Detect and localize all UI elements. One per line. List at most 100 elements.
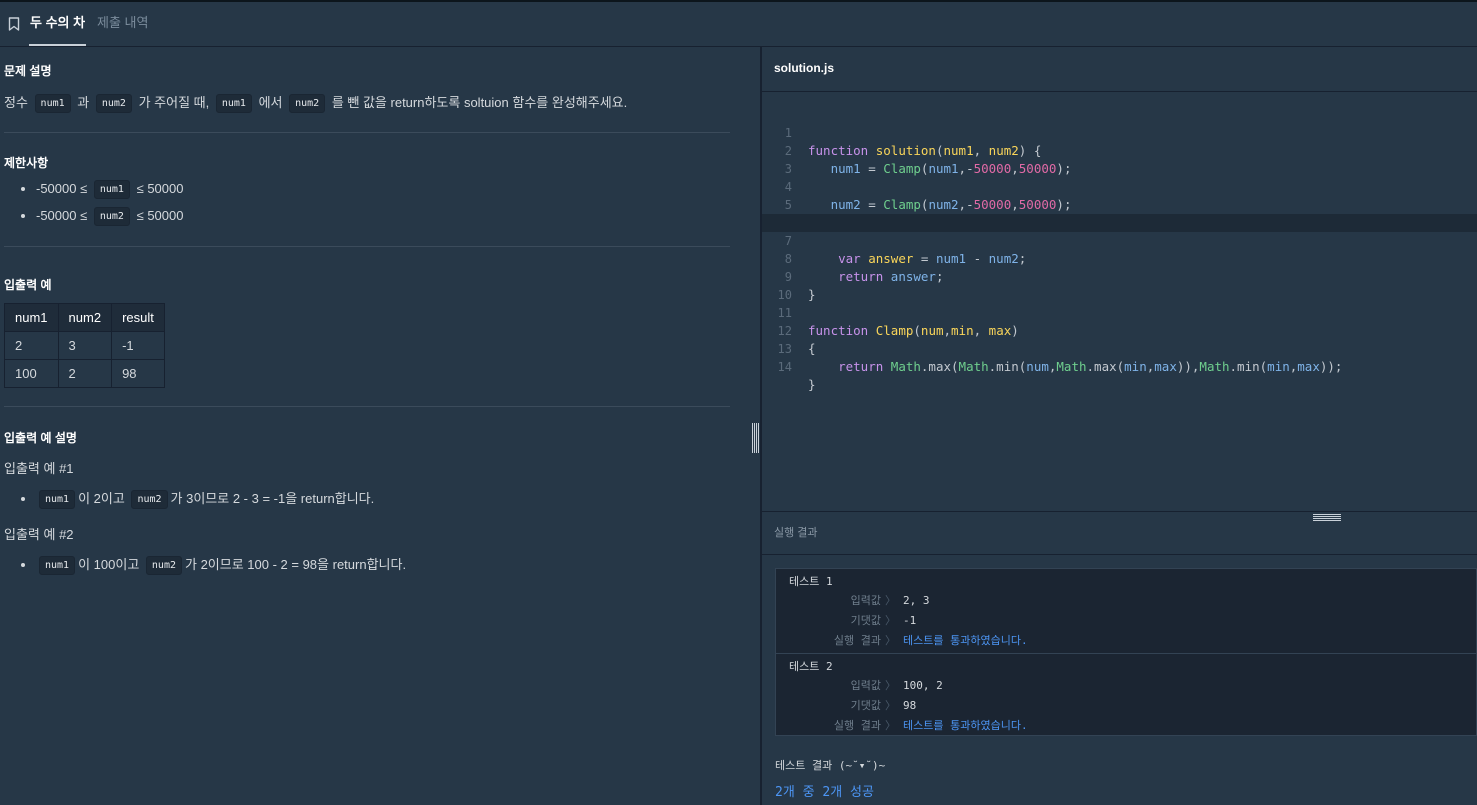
line-number: 14 — [777, 360, 792, 374]
io-example-table: num1 num2 result 2 3 -1 100 2 98 — [4, 303, 165, 388]
test-results-box: 테스트 1 입력값 〉 2, 3 기댓값 〉 -1 실행 결과 〉 테스트를 통… — [775, 568, 1477, 736]
tab-problem[interactable]: 두 수의 차 — [29, 2, 87, 46]
test-name: 테스트 1 — [789, 575, 833, 588]
constraint-text: ≤ 50000 — [136, 208, 184, 223]
example-explanation-list: num1이 100이고 num2가 2이므로 100 - 2 = 98을 ret… — [18, 551, 406, 578]
editor-panel: solution.js 1 function solution(num1, nu… — [762, 47, 1477, 805]
code-line[interactable]: 10 — [762, 268, 1477, 302]
test-result-row: 실행 결과 〉 테스트를 통과하였습니다. — [776, 716, 1476, 736]
input-value: 2, 3 — [903, 594, 930, 607]
code-line[interactable]: 8 return answer; — [762, 232, 1477, 284]
code-line[interactable]: 9 } — [762, 250, 1477, 302]
code-line[interactable]: 13 return Math.max(Math.min(num,Math.max… — [762, 322, 1477, 374]
list-item: -50000 ≤ num1 ≤ 50000 — [36, 175, 183, 202]
constraint-text: ≤ 50000 — [136, 181, 184, 196]
table-row: 2 3 -1 — [4, 331, 165, 360]
table-cell: 98 — [111, 359, 165, 388]
expected-value: 98 — [903, 699, 917, 712]
table-header: result — [111, 303, 165, 332]
section-divider — [4, 132, 730, 133]
table-row: 100 2 98 — [4, 359, 165, 388]
result-title: 실행 결과 — [774, 527, 818, 539]
list-item: num1이 2이고 num2가 3이므로 2 - 3 = -1을 return합… — [36, 485, 374, 512]
code-line[interactable]: 1 function solution(num1, num2) { — [762, 106, 1477, 158]
example-text: 이 2이고 — [78, 491, 125, 506]
inline-code: num1 — [215, 94, 252, 114]
constraints-list: -50000 ≤ num1 ≤ 50000 -50000 ≤ num2 ≤ 50… — [18, 175, 183, 229]
test-input-row: 입력값 〉 2, 3 — [776, 591, 1476, 611]
result-value: 테스트를 통과하였습니다. — [903, 719, 1028, 732]
table-cell: 2 — [4, 331, 59, 360]
result-label: 실행 결과 — [833, 719, 881, 732]
table-header: num1 — [4, 303, 59, 332]
test-expected-row: 기댓값 〉 98 — [776, 696, 1476, 716]
table-header: num2 — [57, 303, 113, 332]
section-divider — [4, 246, 730, 247]
tab-submissions[interactable]: 제출 내역 — [97, 2, 148, 46]
expected-label: 기댓값 — [850, 699, 881, 712]
problem-panel: 문제 설명 정수 num1 과 num2 가 주어질 때, num1 에서 nu… — [0, 47, 760, 805]
inline-code: num1 — [93, 180, 130, 200]
code-line[interactable]: 4 num2 = Clamp(num2,-50000,50000); — [762, 160, 1477, 212]
desc-text: 가 주어질 때, — [138, 95, 210, 110]
file-name: solution.js — [774, 61, 834, 75]
input-label: 입력값 — [850, 679, 881, 692]
example-text: 가 3이므로 2 - 3 = -1을 return합니다. — [170, 491, 375, 506]
chevron-right-icon: 〉 — [885, 594, 896, 607]
code-line[interactable]: 5 — [762, 178, 1477, 212]
code-line-active[interactable]: 7 var answer = num1 - num2; — [762, 214, 1477, 266]
inline-code: num2 — [95, 94, 132, 114]
table-cell: 3 — [57, 331, 113, 360]
bookmark-icon[interactable] — [8, 17, 20, 31]
chevron-right-icon: 〉 — [885, 679, 896, 692]
test-result-1: 테스트 1 입력값 〉 2, 3 기댓값 〉 -1 실행 결과 〉 테스트를 통… — [776, 569, 1476, 653]
inline-code: num1 — [34, 94, 71, 114]
code-editor[interactable]: 1 function solution(num1, num2) { 2 num1… — [762, 92, 1477, 511]
chevron-right-icon: 〉 — [885, 699, 896, 712]
code-line[interactable]: 14 } — [762, 340, 1477, 392]
problem-description: 정수 num1 과 num2 가 주어질 때, num1 에서 num2 를 뺀… — [4, 92, 628, 114]
vertical-resize-handle[interactable] — [752, 423, 759, 453]
expected-value: -1 — [903, 614, 917, 627]
section-divider — [4, 406, 730, 407]
desc-text: 에서 — [258, 95, 283, 110]
inline-code: num1 — [39, 490, 76, 510]
result-value: 테스트를 통과하였습니다. — [903, 634, 1028, 647]
file-header: solution.js — [762, 47, 1477, 92]
test-name: 테스트 2 — [789, 660, 833, 673]
example-explanation-list: num1이 2이고 num2가 3이므로 2 - 3 = -1을 return합… — [18, 485, 374, 512]
constraint-text: -50000 ≤ — [36, 181, 88, 196]
inline-code: num2 — [289, 94, 326, 114]
test-result-row: 실행 결과 〉 테스트를 통과하였습니다. — [776, 631, 1476, 651]
test-expected-row: 기댓값 〉 -1 — [776, 611, 1476, 631]
constraint-text: -50000 ≤ — [36, 208, 88, 223]
code-line[interactable]: 12 { — [762, 304, 1477, 356]
tab-bar: 두 수의 차 제출 내역 — [0, 2, 1477, 47]
example-text: 이 100이고 — [78, 557, 140, 572]
inline-code: num2 — [131, 490, 168, 510]
inline-code: num1 — [39, 556, 76, 576]
code-line[interactable]: 6 — [762, 196, 1477, 230]
desc-text: 과 — [77, 95, 90, 110]
horizontal-resize-handle[interactable] — [1313, 514, 1341, 522]
desc-text: 정수 — [4, 95, 28, 110]
table-cell: 2 — [57, 359, 113, 388]
chevron-right-icon: 〉 — [885, 614, 896, 627]
summary-title: 테스트 결과 (~˘▾˘)~ — [775, 759, 886, 772]
desc-text: 를 뺀 값을 return하도록 soltuion 함수를 완성해주세요. — [331, 95, 628, 110]
input-label: 입력값 — [850, 594, 881, 607]
test-input-row: 입력값 〉 100, 2 — [776, 676, 1476, 696]
explain-heading: 입출력 예 설명 — [4, 431, 77, 445]
table-header-row: num1 num2 result — [4, 303, 165, 332]
inline-code: num2 — [145, 556, 182, 576]
code-line[interactable]: 11 function Clamp(num,min, max) — [762, 286, 1477, 338]
list-item: num1이 100이고 num2가 2이므로 100 - 2 = 98을 ret… — [36, 551, 406, 578]
result-header: 실행 결과 — [762, 512, 1477, 555]
code-line[interactable]: 3 — [762, 142, 1477, 176]
list-item: -50000 ≤ num2 ≤ 50000 — [36, 202, 183, 229]
code-line[interactable]: 2 num1 = Clamp(num1,-50000,50000); — [762, 124, 1477, 176]
example-title: 입출력 예 #2 — [4, 527, 74, 542]
inline-code: num2 — [93, 207, 130, 227]
io-heading: 입출력 예 — [4, 278, 52, 292]
test-result-2: 테스트 2 입력값 〉 100, 2 기댓값 〉 98 실행 결과 〉 테스트를… — [776, 653, 1476, 738]
